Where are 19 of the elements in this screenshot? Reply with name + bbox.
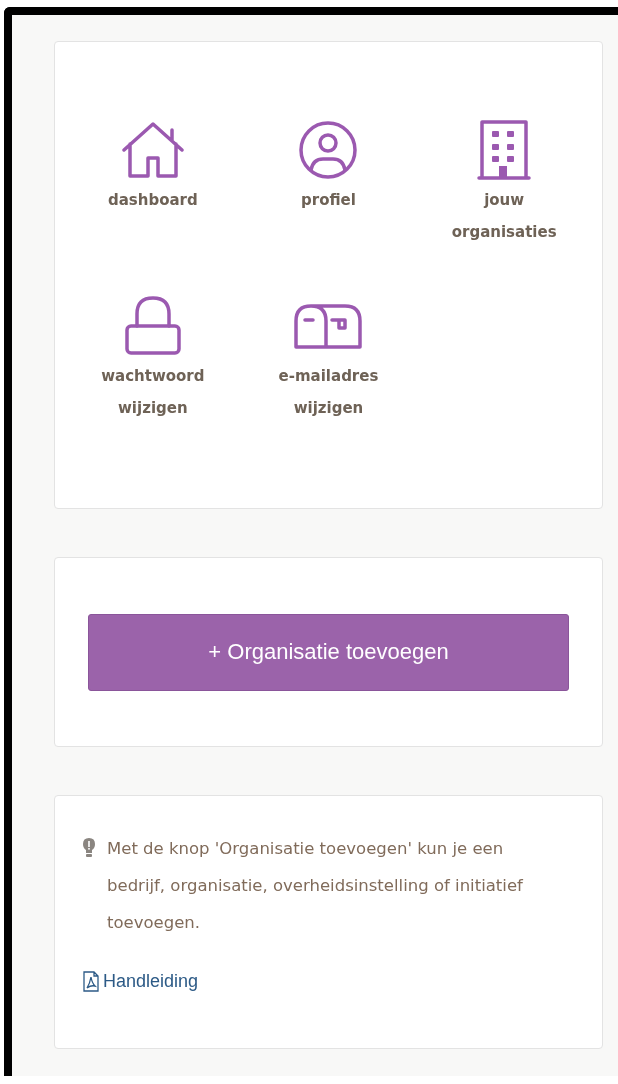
person-icon — [299, 120, 358, 180]
house-icon — [121, 120, 184, 180]
tile-label: dashboard — [107, 190, 198, 211]
menu-tile[interactable]: dashboard — [87, 120, 218, 248]
manual-link[interactable]: Handleiding — [83, 971, 199, 992]
building-icon — [477, 120, 532, 180]
menu-tile[interactable]: jouw organisaties — [439, 120, 570, 248]
tile-label: profiel — [301, 190, 356, 211]
add-organisation-button[interactable]: + Organisatie toevoegen — [88, 613, 569, 691]
menu-tile[interactable]: profiel — [263, 120, 394, 248]
tile-label: jouw organisaties — [450, 190, 558, 243]
lock-icon — [124, 296, 181, 356]
info-text: Met de knop 'Organisatie toevoegen' kun je een bedrijf, organisatie, overheidsinstelling of initiatief toevoegen. — [107, 838, 524, 934]
lightbulb-icon — [83, 838, 95, 858]
menu-tile[interactable]: wachtwoord wijzigen — [87, 296, 218, 424]
tile-label: wachtwoord wijzigen — [100, 366, 206, 419]
tile-label: e-mailadres wijzigen — [277, 366, 380, 419]
menu-tile[interactable]: e-mailadres wijzigen — [263, 296, 394, 424]
pdf-icon — [83, 971, 99, 992]
